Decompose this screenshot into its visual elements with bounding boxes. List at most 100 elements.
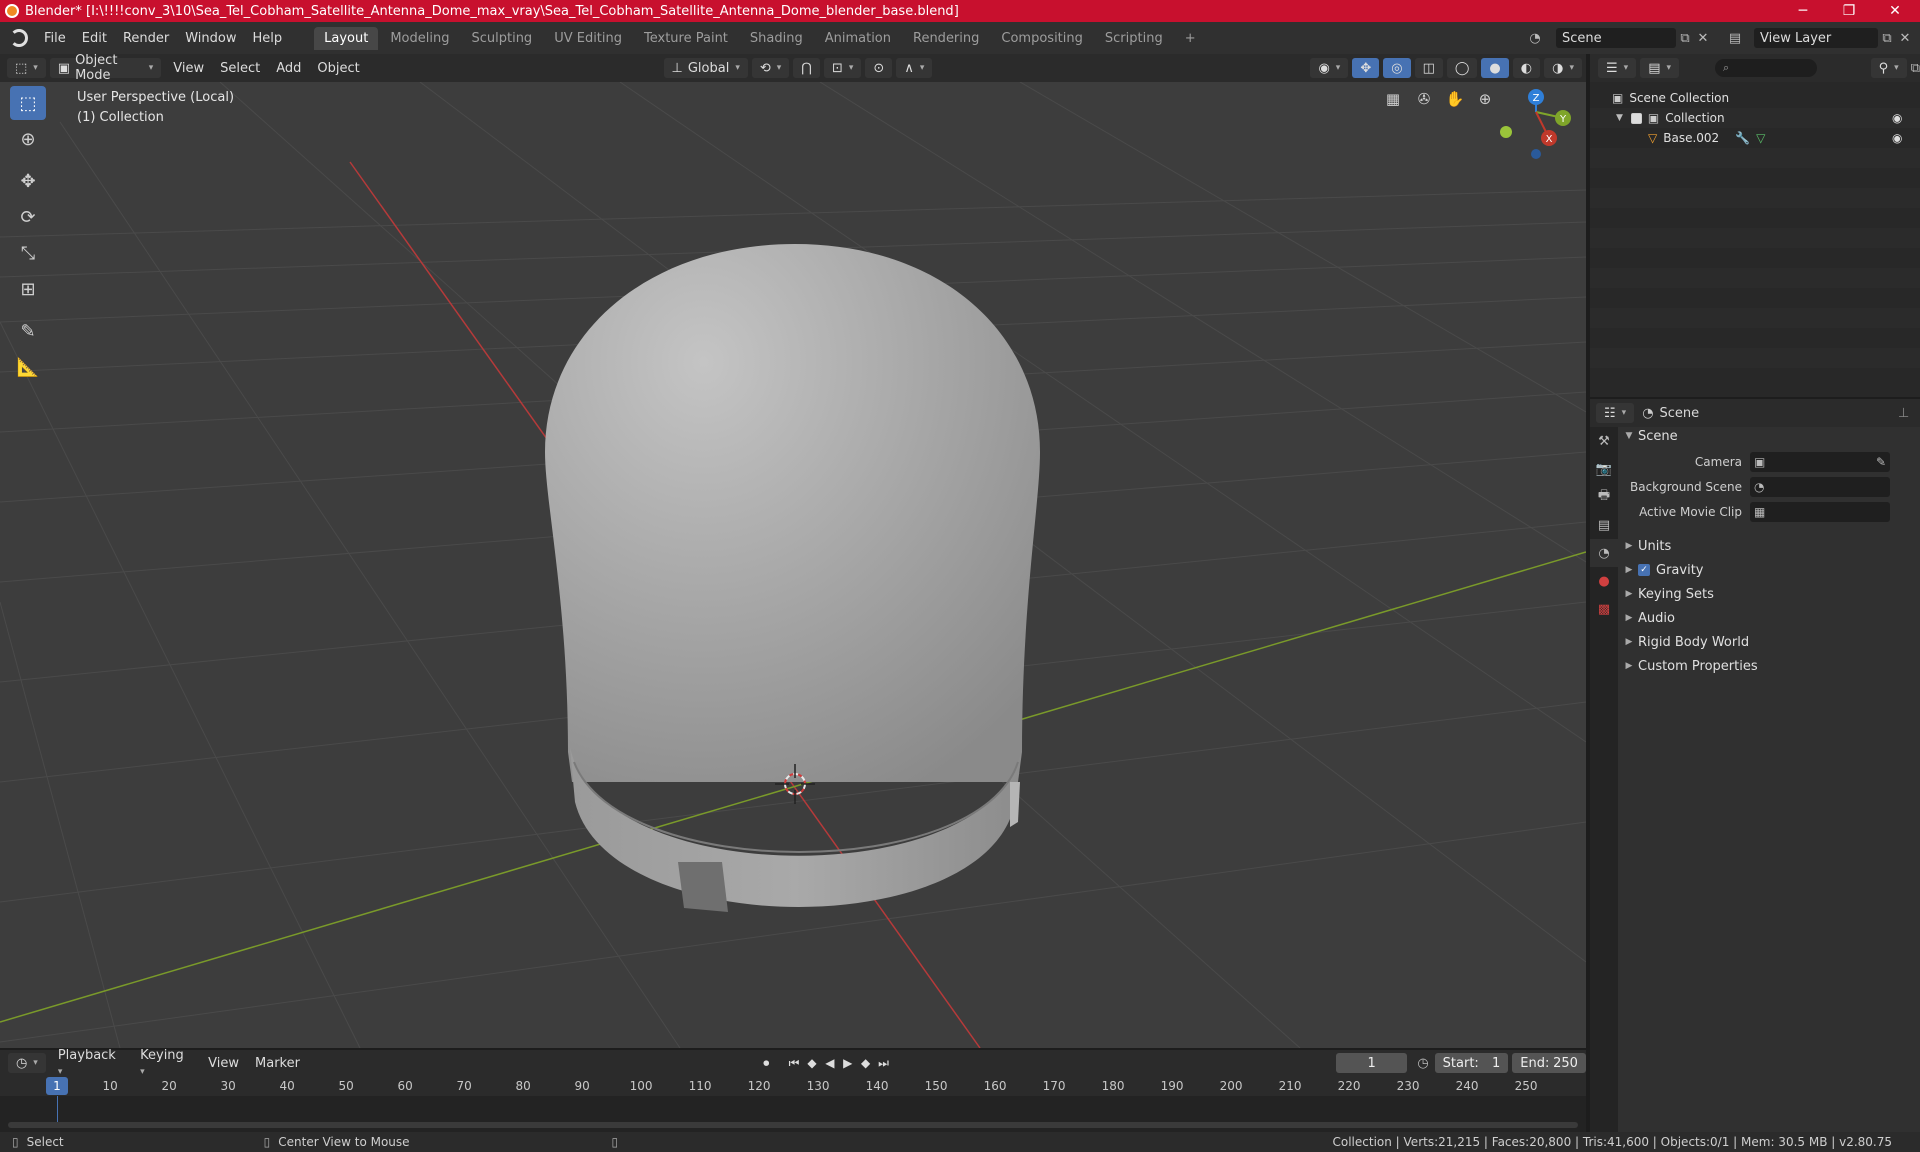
tab-scripting[interactable]: Scripting xyxy=(1095,27,1173,50)
timeline-menu-marker[interactable]: Marker xyxy=(247,1054,308,1073)
timeline-scrollbar[interactable] xyxy=(8,1122,1578,1128)
menu-file[interactable]: File xyxy=(36,28,74,49)
viewport-menu-add[interactable]: Add xyxy=(268,59,309,78)
gizmo-toggle[interactable]: ✥ xyxy=(1352,58,1380,78)
editor-type-dropdown[interactable]: ⬚ ▾ xyxy=(6,58,46,78)
minimize-button[interactable]: ─ xyxy=(1780,0,1826,22)
jump-start-button[interactable]: ⏮ xyxy=(785,1056,803,1071)
tab-sculpting[interactable]: Sculpting xyxy=(461,27,542,50)
zoom-icon[interactable]: ⊕ xyxy=(1472,86,1498,112)
keying-sets-panel-header[interactable]: ▶ Keying Sets xyxy=(1620,583,1920,605)
tab-modeling[interactable]: Modeling xyxy=(380,27,459,50)
tab-render[interactable]: 📷 xyxy=(1590,455,1618,483)
delete-scene-icon[interactable]: ✕ xyxy=(1694,29,1712,47)
frame-ruler[interactable]: 10 20 30 40 50 60 70 80 90 100 110 120 130 140 150 160 1… xyxy=(0,1076,1586,1096)
tab-view-layer[interactable]: ▤ xyxy=(1590,511,1618,539)
shading-material[interactable]: ◐ xyxy=(1512,58,1541,78)
scene-name-field[interactable]: Scene xyxy=(1556,28,1676,48)
satellite-dome-model[interactable] xyxy=(545,244,1040,912)
visibility-dropdown[interactable]: ◉ ▾ xyxy=(1310,58,1349,78)
pivot-point-dropdown[interactable]: ⟲ ▾ xyxy=(751,58,790,78)
rotate-tool[interactable]: ⟳ xyxy=(10,200,46,234)
tab-world[interactable]: ● xyxy=(1590,567,1618,595)
jump-end-button[interactable]: ⏭ xyxy=(875,1056,893,1071)
camera-view-icon[interactable]: ✇ xyxy=(1411,86,1437,112)
jump-keyframe-back-button[interactable]: ◆ xyxy=(803,1056,821,1070)
xray-toggle[interactable]: ◫ xyxy=(1414,58,1443,78)
tab-uv-editing[interactable]: UV Editing xyxy=(544,27,632,50)
play-reverse-button[interactable]: ◀ xyxy=(821,1056,839,1070)
maximize-button[interactable]: ❐ xyxy=(1826,0,1872,22)
transform-tool[interactable]: ⊞ xyxy=(10,272,46,306)
timeline[interactable]: 10 20 30 40 50 60 70 80 90 100 110 120 130 140 150 160 1… xyxy=(0,1076,1586,1132)
gravity-panel-header[interactable]: ▶ ✓ Gravity xyxy=(1620,559,1920,581)
current-frame-field[interactable]: 1 xyxy=(1335,1053,1408,1073)
shading-solid[interactable]: ● xyxy=(1481,58,1509,78)
select-box-tool[interactable]: ⬚ xyxy=(10,86,46,120)
play-button[interactable]: ▶ xyxy=(839,1056,857,1070)
gizmo-neg-y-axis[interactable] xyxy=(1500,126,1512,138)
snap-toggle[interactable]: ⋂ xyxy=(793,58,820,78)
mesh-data-icon[interactable]: ▽ xyxy=(1756,131,1765,145)
jump-keyframe-forward-button[interactable]: ◆ xyxy=(857,1056,875,1070)
camera-field[interactable]: ▣ ✎ xyxy=(1750,452,1890,472)
view-layer-field[interactable]: View Layer xyxy=(1754,28,1878,48)
grid-view-icon[interactable]: ▦ xyxy=(1380,86,1406,112)
delete-view-layer-icon[interactable]: ✕ xyxy=(1896,29,1914,47)
playhead-marker[interactable]: 1 xyxy=(46,1077,68,1095)
outliner-editor-type[interactable]: ☰ ▾ xyxy=(1598,58,1637,78)
shading-rendered[interactable]: ◑ ▾ xyxy=(1544,58,1582,78)
timeline-editor-type[interactable]: ◷ ▾ xyxy=(7,1053,46,1073)
transform-orientation-dropdown[interactable]: ⊥ Global ▾ xyxy=(663,58,748,78)
mode-dropdown[interactable]: ▣ Object Mode ▾ xyxy=(49,53,162,83)
start-frame-field[interactable]: Start: 1 xyxy=(1434,1053,1509,1073)
cursor-tool[interactable]: ⊕ xyxy=(10,122,46,156)
navigation-gizmo[interactable]: Z Y X xyxy=(1500,89,1571,159)
tab-texture[interactable]: ▩ xyxy=(1590,595,1618,623)
menu-window[interactable]: Window xyxy=(177,28,244,49)
measure-tool[interactable]: 📐 xyxy=(10,350,46,384)
audio-panel-header[interactable]: ▶ Audio xyxy=(1620,607,1920,629)
gizmo-neg-z-axis[interactable] xyxy=(1531,149,1541,159)
tab-shading[interactable]: Shading xyxy=(740,27,813,50)
scene-panel-header[interactable]: ▼ Scene xyxy=(1620,425,1920,447)
tab-output[interactable]: 🖶 xyxy=(1590,483,1618,511)
scale-tool[interactable]: ⤡ xyxy=(10,236,46,270)
viewport-menu-select[interactable]: Select xyxy=(212,59,268,78)
close-button[interactable]: ✕ xyxy=(1872,0,1918,22)
timeline-menu-keying[interactable]: Keying ▾ xyxy=(132,1046,200,1080)
new-view-layer-icon[interactable]: ⧉ xyxy=(1878,29,1896,47)
tab-texture-paint[interactable]: Texture Paint xyxy=(634,27,738,50)
shading-wireframe[interactable]: ◯ xyxy=(1446,58,1478,78)
new-scene-icon[interactable]: ⧉ xyxy=(1676,29,1694,47)
move-tool[interactable]: ✥ xyxy=(10,164,46,198)
object-eye-icon[interactable]: ◉ xyxy=(1892,131,1902,145)
timeline-menu-playback[interactable]: Playback ▾ xyxy=(50,1046,132,1080)
add-workspace-button[interactable]: + xyxy=(1175,27,1206,50)
menu-edit[interactable]: Edit xyxy=(74,28,115,49)
scene-type-icon[interactable]: ◔ xyxy=(1526,29,1544,47)
outliner-search-input[interactable]: ⌕ xyxy=(1715,59,1818,77)
eyedropper-icon[interactable]: ✎ xyxy=(1876,455,1886,469)
3d-viewport[interactable]: Z Y X User Perspective (Local) (1) Colle… xyxy=(0,82,1586,1048)
collection-checkbox[interactable] xyxy=(1630,112,1642,124)
viewport-menu-object[interactable]: Object xyxy=(309,59,367,78)
pan-hand-icon[interactable]: ✋ xyxy=(1442,86,1468,112)
timeline-menu-view[interactable]: View xyxy=(200,1054,247,1073)
outliner-row-scene-collection[interactable]: ▣ Scene Collection xyxy=(1590,88,1920,108)
tab-scene[interactable]: ◔ xyxy=(1590,539,1618,567)
proportional-edit-toggle[interactable]: ⊙ xyxy=(865,58,893,78)
pin-icon[interactable]: ⊥ xyxy=(1898,406,1909,421)
falloff-dropdown[interactable]: ∧ ▾ xyxy=(896,58,933,78)
expand-arrow-icon[interactable]: ▼ xyxy=(1616,113,1623,123)
gravity-checkbox[interactable]: ✓ xyxy=(1638,564,1650,576)
tab-layout[interactable]: Layout xyxy=(314,26,379,50)
tab-animation[interactable]: Animation xyxy=(815,27,901,50)
outliner-row-collection[interactable]: ▼ ▣ Collection ◉ xyxy=(1590,108,1920,128)
units-panel-header[interactable]: ▶ Units xyxy=(1620,535,1920,557)
snap-target-dropdown[interactable]: ⊡ ▾ xyxy=(823,58,862,78)
view-layer-icon[interactable]: ▤ xyxy=(1726,29,1744,47)
rigid-body-world-panel-header[interactable]: ▶ Rigid Body World xyxy=(1620,631,1920,653)
blender-menu-icon[interactable] xyxy=(10,29,28,47)
end-frame-field[interactable]: End: 250 xyxy=(1512,1053,1586,1073)
